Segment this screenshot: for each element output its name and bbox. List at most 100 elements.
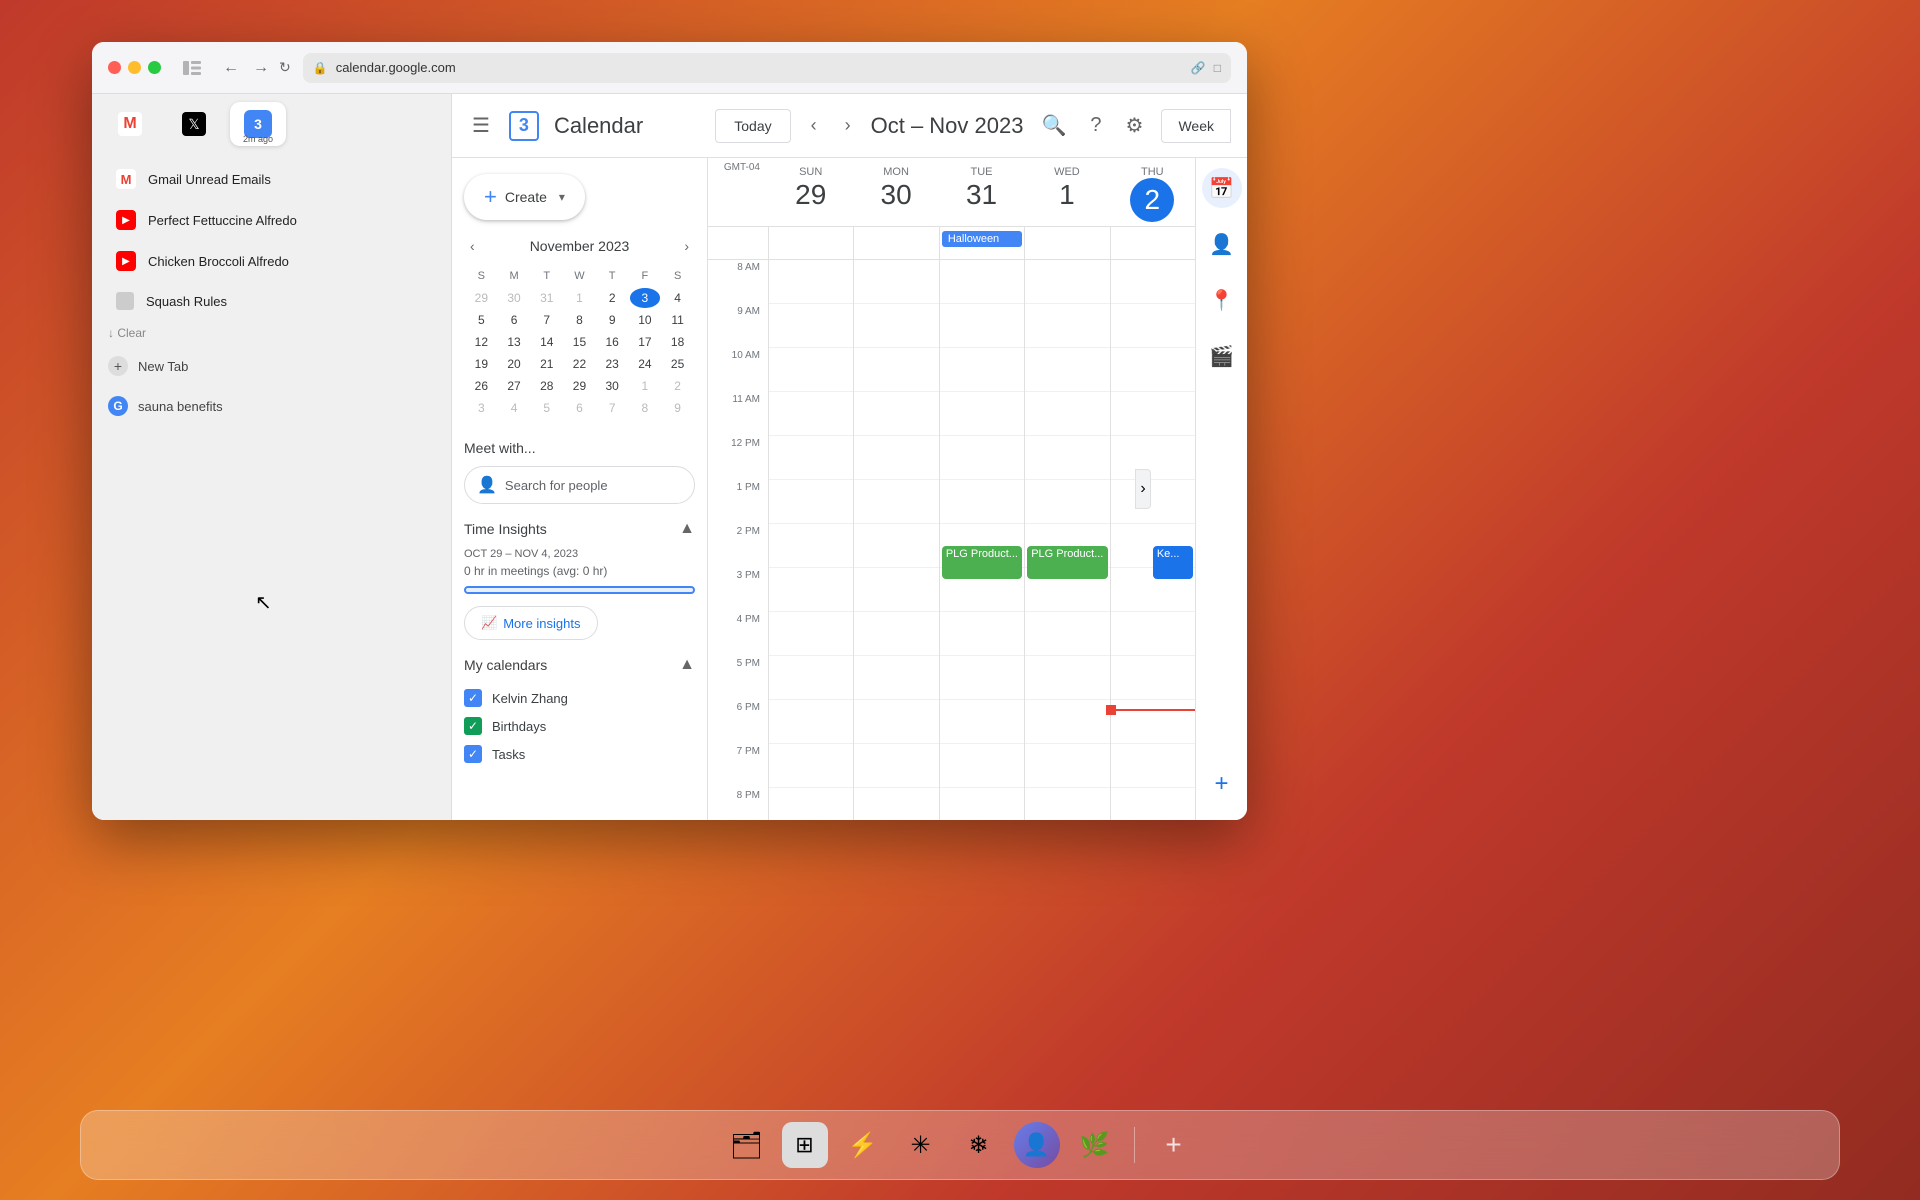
clear-button[interactable]: ↓ Clear [108,326,146,340]
today-button[interactable]: Today [715,109,790,143]
close-button[interactable] [108,61,121,74]
mini-cal-day-0-2[interactable]: 31 [531,288,562,308]
mini-cal-day-4-6[interactable]: 2 [662,376,693,396]
mini-cal-day-4-3[interactable]: 29 [564,376,595,396]
create-button[interactable]: + Create ▾ [464,174,585,220]
mini-cal-day-4-0[interactable]: 26 [466,376,497,396]
mini-cal-day-2-2[interactable]: 14 [531,332,562,352]
event-plg-tue[interactable]: PLG Product... [942,546,1022,579]
mini-cal-day-5-2[interactable]: 5 [531,398,562,418]
expand-panel-button[interactable]: › [1135,469,1151,509]
tab-item-chicken-broccoli[interactable]: ▶ Chicken Broccoli Alfredo [100,241,443,281]
side-icon-contacts[interactable]: 👤 [1202,224,1242,264]
time-grid-inner: 8 AM 9 AM 10 AM 11 AM 12 PM 1 PM 2 PM 3 … [708,260,1195,820]
address-bar[interactable]: 🔒 calendar.google.com 🔗 □ [303,53,1231,83]
tab-item-squash-rules[interactable]: Squash Rules [100,282,443,320]
back-button[interactable]: ← [219,57,243,79]
tab-item-gmail-unread[interactable]: M Gmail Unread Emails [100,159,443,199]
mini-cal-day-0-4[interactable]: 2 [597,288,628,308]
mini-cal-day-1-4[interactable]: 9 [597,310,628,330]
minimize-button[interactable] [128,61,141,74]
mini-cal-day-3-6[interactable]: 25 [662,354,693,374]
mini-cal-day-4-2[interactable]: 28 [531,376,562,396]
calendar-item-tasks[interactable]: ✓ Tasks [464,740,695,768]
mini-cal-day-0-6[interactable]: 4 [662,288,693,308]
mini-cal-day-2-5[interactable]: 17 [630,332,661,352]
day-headers: GMT-04 SUN 29 MON 30 TUE 31 [708,158,1195,227]
mini-cal-day-2-1[interactable]: 13 [499,332,530,352]
mini-cal-day-5-3[interactable]: 6 [564,398,595,418]
new-tab-row[interactable]: + New Tab [92,346,451,386]
mini-cal-day-1-3[interactable]: 8 [564,310,595,330]
reload-button[interactable]: ↻ [279,57,291,79]
all-day-cell-thu [1110,227,1195,259]
dock-item-launchpad[interactable]: ⊞ [782,1122,828,1168]
mini-cal-day-5-5[interactable]: 8 [630,398,661,418]
dock-item-leaf[interactable]: 🌿 [1072,1122,1118,1168]
mini-cal-day-2-3[interactable]: 15 [564,332,595,352]
sidebar-toggle-button[interactable] [181,59,203,77]
halloween-event[interactable]: Halloween [942,231,1022,247]
mini-cal-day-1-0[interactable]: 5 [466,310,497,330]
mini-cal-day-5-6[interactable]: 9 [662,398,693,418]
mini-cal-day-1-1[interactable]: 6 [499,310,530,330]
dock-item-user[interactable]: 👤 [1014,1122,1060,1168]
tab-calendar[interactable]: 3 2m ago [230,102,286,146]
mini-cal-day-2-4[interactable]: 16 [597,332,628,352]
mini-cal-prev-button[interactable]: ‹ [464,236,481,256]
mini-cal-day-4-5[interactable]: 1 [630,376,661,396]
dock-item-add[interactable]: + [1151,1122,1197,1168]
event-plg-wed[interactable]: PLG Product... [1027,546,1107,579]
dock-item-lightning[interactable]: ⚡ [840,1122,886,1168]
calendar-menu-button[interactable]: ☰ [468,109,494,142]
calendar-item-kelvin[interactable]: ✓ Kelvin Zhang [464,684,695,712]
dock-item-snowflake[interactable]: ❄ [956,1122,1002,1168]
time-insights-collapse-button[interactable]: ▲ [679,520,695,538]
calendar-help-button[interactable]: ? [1084,108,1107,143]
search-people-input[interactable]: 👤 Search for people [464,466,695,504]
mini-cal-day-3-2[interactable]: 21 [531,354,562,374]
side-icon-maps[interactable]: 📍 [1202,280,1242,320]
mini-cal-day-4-1[interactable]: 27 [499,376,530,396]
mini-cal-day-0-5[interactable]: 3 [630,288,661,308]
side-icon-zoom[interactable]: 🎬 [1202,336,1242,376]
mini-cal-day-5-4[interactable]: 7 [597,398,628,418]
view-selector-button[interactable]: Week [1161,109,1231,143]
mini-cal-day-5-0[interactable]: 3 [466,398,497,418]
mini-cal-day-1-2[interactable]: 7 [531,310,562,330]
event-ke-thu[interactable]: Ke... [1153,546,1193,579]
mini-cal-day-3-0[interactable]: 19 [466,354,497,374]
calendar-search-button[interactable]: 🔍 [1035,107,1072,144]
dock-item-finder[interactable]: 🗂 [724,1122,770,1168]
calendar-settings-button[interactable]: ⚙ [1120,107,1150,144]
add-fab-button[interactable]: + [1202,764,1242,804]
mini-cal-day-1-5[interactable]: 10 [630,310,661,330]
tab-gmail[interactable]: M [102,102,158,146]
forward-button[interactable]: → [249,57,273,79]
mini-cal-day-3-5[interactable]: 24 [630,354,661,374]
search-row[interactable]: G sauna benefits [92,386,451,426]
mini-cal-day-0-3[interactable]: 1 [564,288,595,308]
side-icon-calendar[interactable]: 📅 [1202,168,1242,208]
calendar-item-birthdays[interactable]: ✓ Birthdays [464,712,695,740]
more-insights-button[interactable]: 📈 More insights [464,606,598,640]
mini-cal-day-3-1[interactable]: 20 [499,354,530,374]
my-calendars-collapse-button[interactable]: ▲ [679,656,695,674]
mini-cal-next-button[interactable]: › [678,236,695,256]
mini-cal-day-1-6[interactable]: 11 [662,310,693,330]
mini-cal-day-0-1[interactable]: 30 [499,288,530,308]
tab-twitter[interactable]: 𝕏 [166,102,222,146]
mini-cal-day-4-4[interactable]: 30 [597,376,628,396]
mini-cal-day-5-1[interactable]: 4 [499,398,530,418]
mini-cal-day-0-0[interactable]: 29 [466,288,497,308]
hour-9am-mon [854,304,938,348]
mini-cal-day-2-6[interactable]: 18 [662,332,693,352]
mini-cal-day-3-3[interactable]: 22 [564,354,595,374]
dock-item-asterisk[interactable]: ✳ [898,1122,944,1168]
maximize-button[interactable] [148,61,161,74]
prev-period-button[interactable]: ‹ [803,109,825,142]
mini-cal-day-2-0[interactable]: 12 [466,332,497,352]
mini-cal-day-3-4[interactable]: 23 [597,354,628,374]
next-period-button[interactable]: › [837,109,859,142]
tab-item-perfect-fettuccine[interactable]: ▶ Perfect Fettuccine Alfredo [100,200,443,240]
